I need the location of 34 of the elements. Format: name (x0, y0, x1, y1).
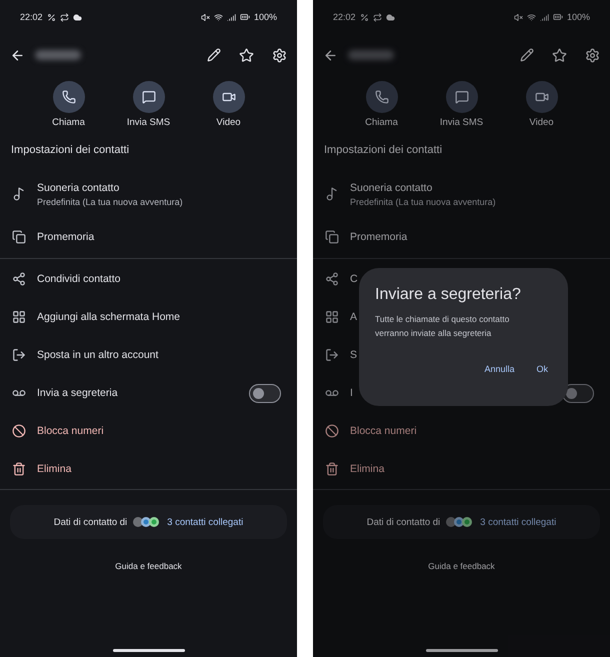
section-title: Impostazioni dei contatti (11, 143, 130, 158)
row-title: Suoneria contatto (37, 182, 120, 194)
status-time: 22:02 (20, 12, 43, 22)
action-label: Chiama (52, 116, 85, 130)
status-time: 22:02 (333, 12, 356, 22)
action-label: Invia SMS (440, 116, 484, 130)
section-title: Impostazioni dei contatti (324, 143, 444, 158)
action-label: Video (529, 116, 554, 130)
action-label: Chiama (365, 116, 398, 130)
row-title: Blocca numeri (37, 425, 104, 437)
row-subtitle: Predefinita (La tua nuova avventura) (350, 196, 496, 206)
row-title: A (350, 311, 358, 323)
action-label: Video (216, 116, 241, 130)
row-title: Elimina (350, 463, 384, 475)
row-title: Elimina (37, 463, 72, 475)
row-title: I (350, 387, 353, 399)
row-title: Aggiungi alla schermata Home (37, 311, 180, 323)
dialog-title: Inviare a segreteria? (375, 286, 522, 304)
row-title: Promemoria (350, 231, 408, 243)
linked-prefix: Dati di contatto di (366, 516, 440, 528)
row-subtitle: Predefinita (La tua nuova avventura) (37, 196, 183, 206)
row-title: Promemoria (37, 231, 94, 243)
row-title: S (350, 349, 358, 361)
dialog-message: Tutte le chiamate di questo contatto verranno inviate alla segreteria (375, 313, 510, 340)
row-title: Sposta in un altro account (37, 349, 158, 361)
battery-level: 100% (566, 12, 590, 22)
row-title: Blocca numeri (350, 425, 417, 437)
row-title: Invia a segreteria (37, 387, 118, 399)
battery-level: 100% (254, 12, 277, 22)
linked-prefix: Dati di contatto di (54, 516, 128, 528)
row-title: C (350, 273, 358, 285)
action-label: Invia SMS (126, 116, 170, 130)
row-title: Condividi contatto (37, 273, 120, 285)
row-title: Suoneria contatto (350, 182, 432, 194)
